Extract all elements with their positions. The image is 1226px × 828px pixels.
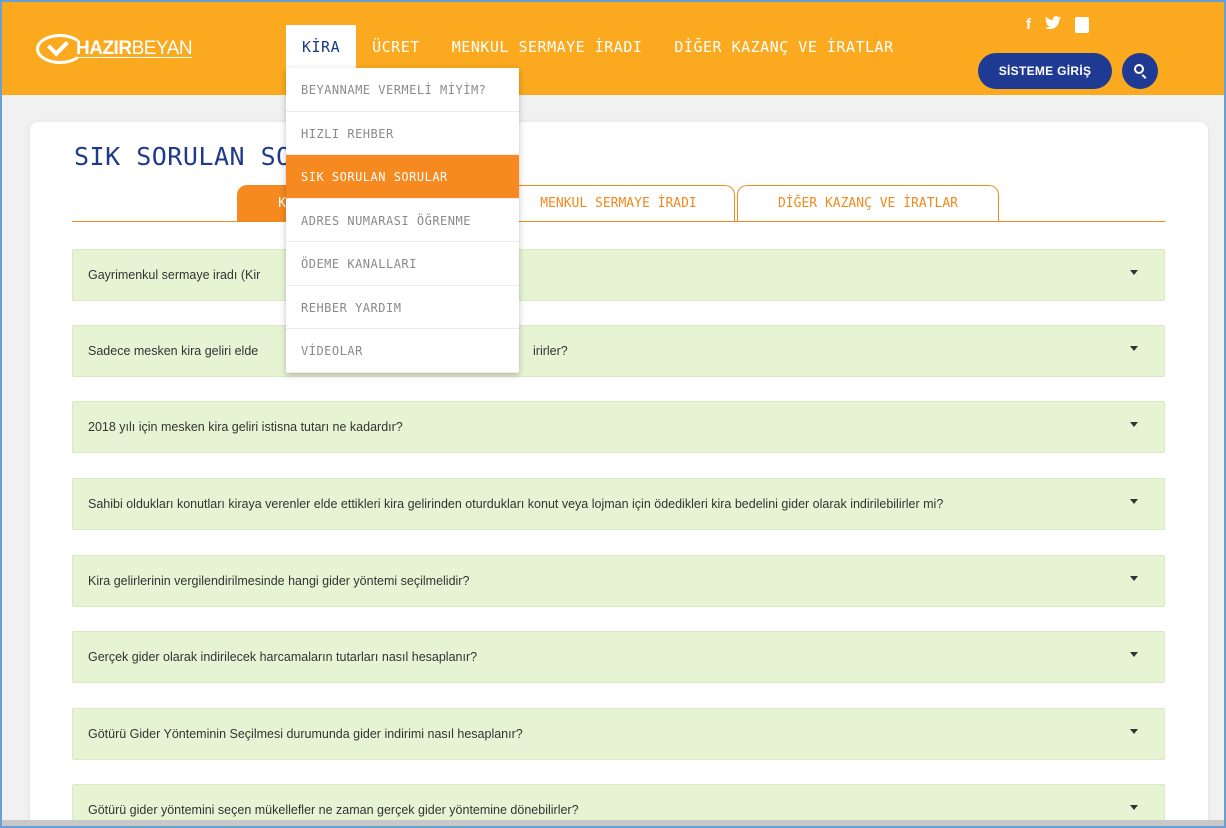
social-links: f <box>1026 16 1089 34</box>
faq-item[interactable]: Gayrimenkul sermaye iradı (Kir <box>72 249 1165 301</box>
nav-item-diger-kazanc[interactable]: DİĞER KAZANÇ VE İRATLAR <box>658 25 909 69</box>
nav-item-menkul-sermaye-iradi[interactable]: MENKUL SERMAYE İRADI <box>436 25 659 69</box>
search-button[interactable] <box>1122 53 1158 89</box>
menu-item-odeme-kanallari[interactable]: ÖDEME KANALLARI <box>286 242 519 286</box>
faq-question: Götürü Gider Yönteminin Seçilmesi durumu… <box>88 727 523 741</box>
checkmark-logo-icon <box>36 34 84 64</box>
caret-down-icon <box>1130 422 1138 427</box>
faq-question-tail: irirler? <box>533 344 568 358</box>
caret-down-icon <box>1130 576 1138 581</box>
caret-down-icon <box>1130 499 1138 504</box>
faq-item[interactable]: Gerçek gider olarak indirilecek harcamal… <box>72 631 1165 683</box>
faq-item[interactable]: Götürü Gider Yönteminin Seçilmesi durumu… <box>72 708 1165 760</box>
caret-down-icon <box>1130 346 1138 351</box>
faq-question: Sahibi oldukları konutları kiraya verenl… <box>88 497 944 511</box>
login-button[interactable]: SİSTEME GİRİŞ <box>978 53 1112 89</box>
main-nav: KİRA ÜCRET MENKUL SERMAYE İRADI DİĞER KA… <box>286 25 910 69</box>
menu-item-beyanname[interactable]: BEYANNAME VERMELİ MİYİM? <box>286 68 519 112</box>
faq-item[interactable]: 2018 yılı için mesken kira geliri istisn… <box>72 401 1165 453</box>
caret-down-icon <box>1130 805 1138 810</box>
caret-down-icon <box>1130 270 1138 275</box>
tab-menkul-sermaye-iradi[interactable]: MENKUL SERMAYE İRADI <box>502 185 735 222</box>
faq-question: Gerçek gider olarak indirilecek harcamal… <box>88 650 478 664</box>
faq-item[interactable]: Sadece mesken kira geliri elde irirler? <box>72 325 1165 377</box>
menu-item-videolar[interactable]: VİDEOLAR <box>286 329 519 373</box>
menu-item-rehber-yardim[interactable]: REHBER YARDIM <box>286 286 519 329</box>
menu-item-sik-sorulan-sorular[interactable]: SIK SORULAN SORULAR <box>286 155 519 199</box>
browser-frame: HAZIRBEYAN KİRA ÜCRET MENKUL SERMAYE İRA… <box>0 0 1226 828</box>
twitter-icon[interactable] <box>1045 16 1061 34</box>
caret-down-icon <box>1130 652 1138 657</box>
horizontal-scrollbar[interactable] <box>2 820 1224 826</box>
menu-item-hizli-rehber[interactable]: HIZLI REHBER <box>286 112 519 155</box>
faq-item[interactable]: Sahibi oldukları konutları kiraya verenl… <box>72 478 1165 530</box>
tab-diger-kazanc[interactable]: DİĞER KAZANÇ VE İRATLAR <box>737 185 999 222</box>
faq-item[interactable]: Kira gelirlerinin vergilendirilmesinde h… <box>72 555 1165 607</box>
nav-item-ucret[interactable]: ÜCRET <box>356 25 436 69</box>
faq-question: Sadece mesken kira geliri elde <box>88 344 259 358</box>
page-title: SIK SORULAN SOR <box>74 142 308 171</box>
nav-item-kira[interactable]: KİRA <box>286 25 357 69</box>
faq-question: 2018 yılı için mesken kira geliri istisn… <box>88 420 403 434</box>
tabs-underline <box>72 221 1165 222</box>
caret-down-icon <box>1130 729 1138 734</box>
menu-item-adres-numarasi[interactable]: ADRES NUMARASI ÖĞRENME <box>286 199 519 242</box>
kira-dropdown-menu: BEYANNAME VERMELİ MİYİM? HIZLI REHBER SI… <box>286 68 519 373</box>
search-icon <box>1134 64 1144 74</box>
site-header: HAZIRBEYAN KİRA ÜCRET MENKUL SERMAYE İRA… <box>2 2 1224 95</box>
faq-question: Gayrimenkul sermaye iradı (Kir <box>88 268 261 282</box>
site-logo[interactable]: HAZIRBEYAN <box>36 32 206 66</box>
logo-text: HAZIRBEYAN <box>76 38 193 59</box>
faq-question: Kira gelirlerinin vergilendirilmesinde h… <box>88 574 470 588</box>
facebook-icon[interactable]: f <box>1026 16 1031 34</box>
youtube-icon[interactable] <box>1075 17 1089 33</box>
